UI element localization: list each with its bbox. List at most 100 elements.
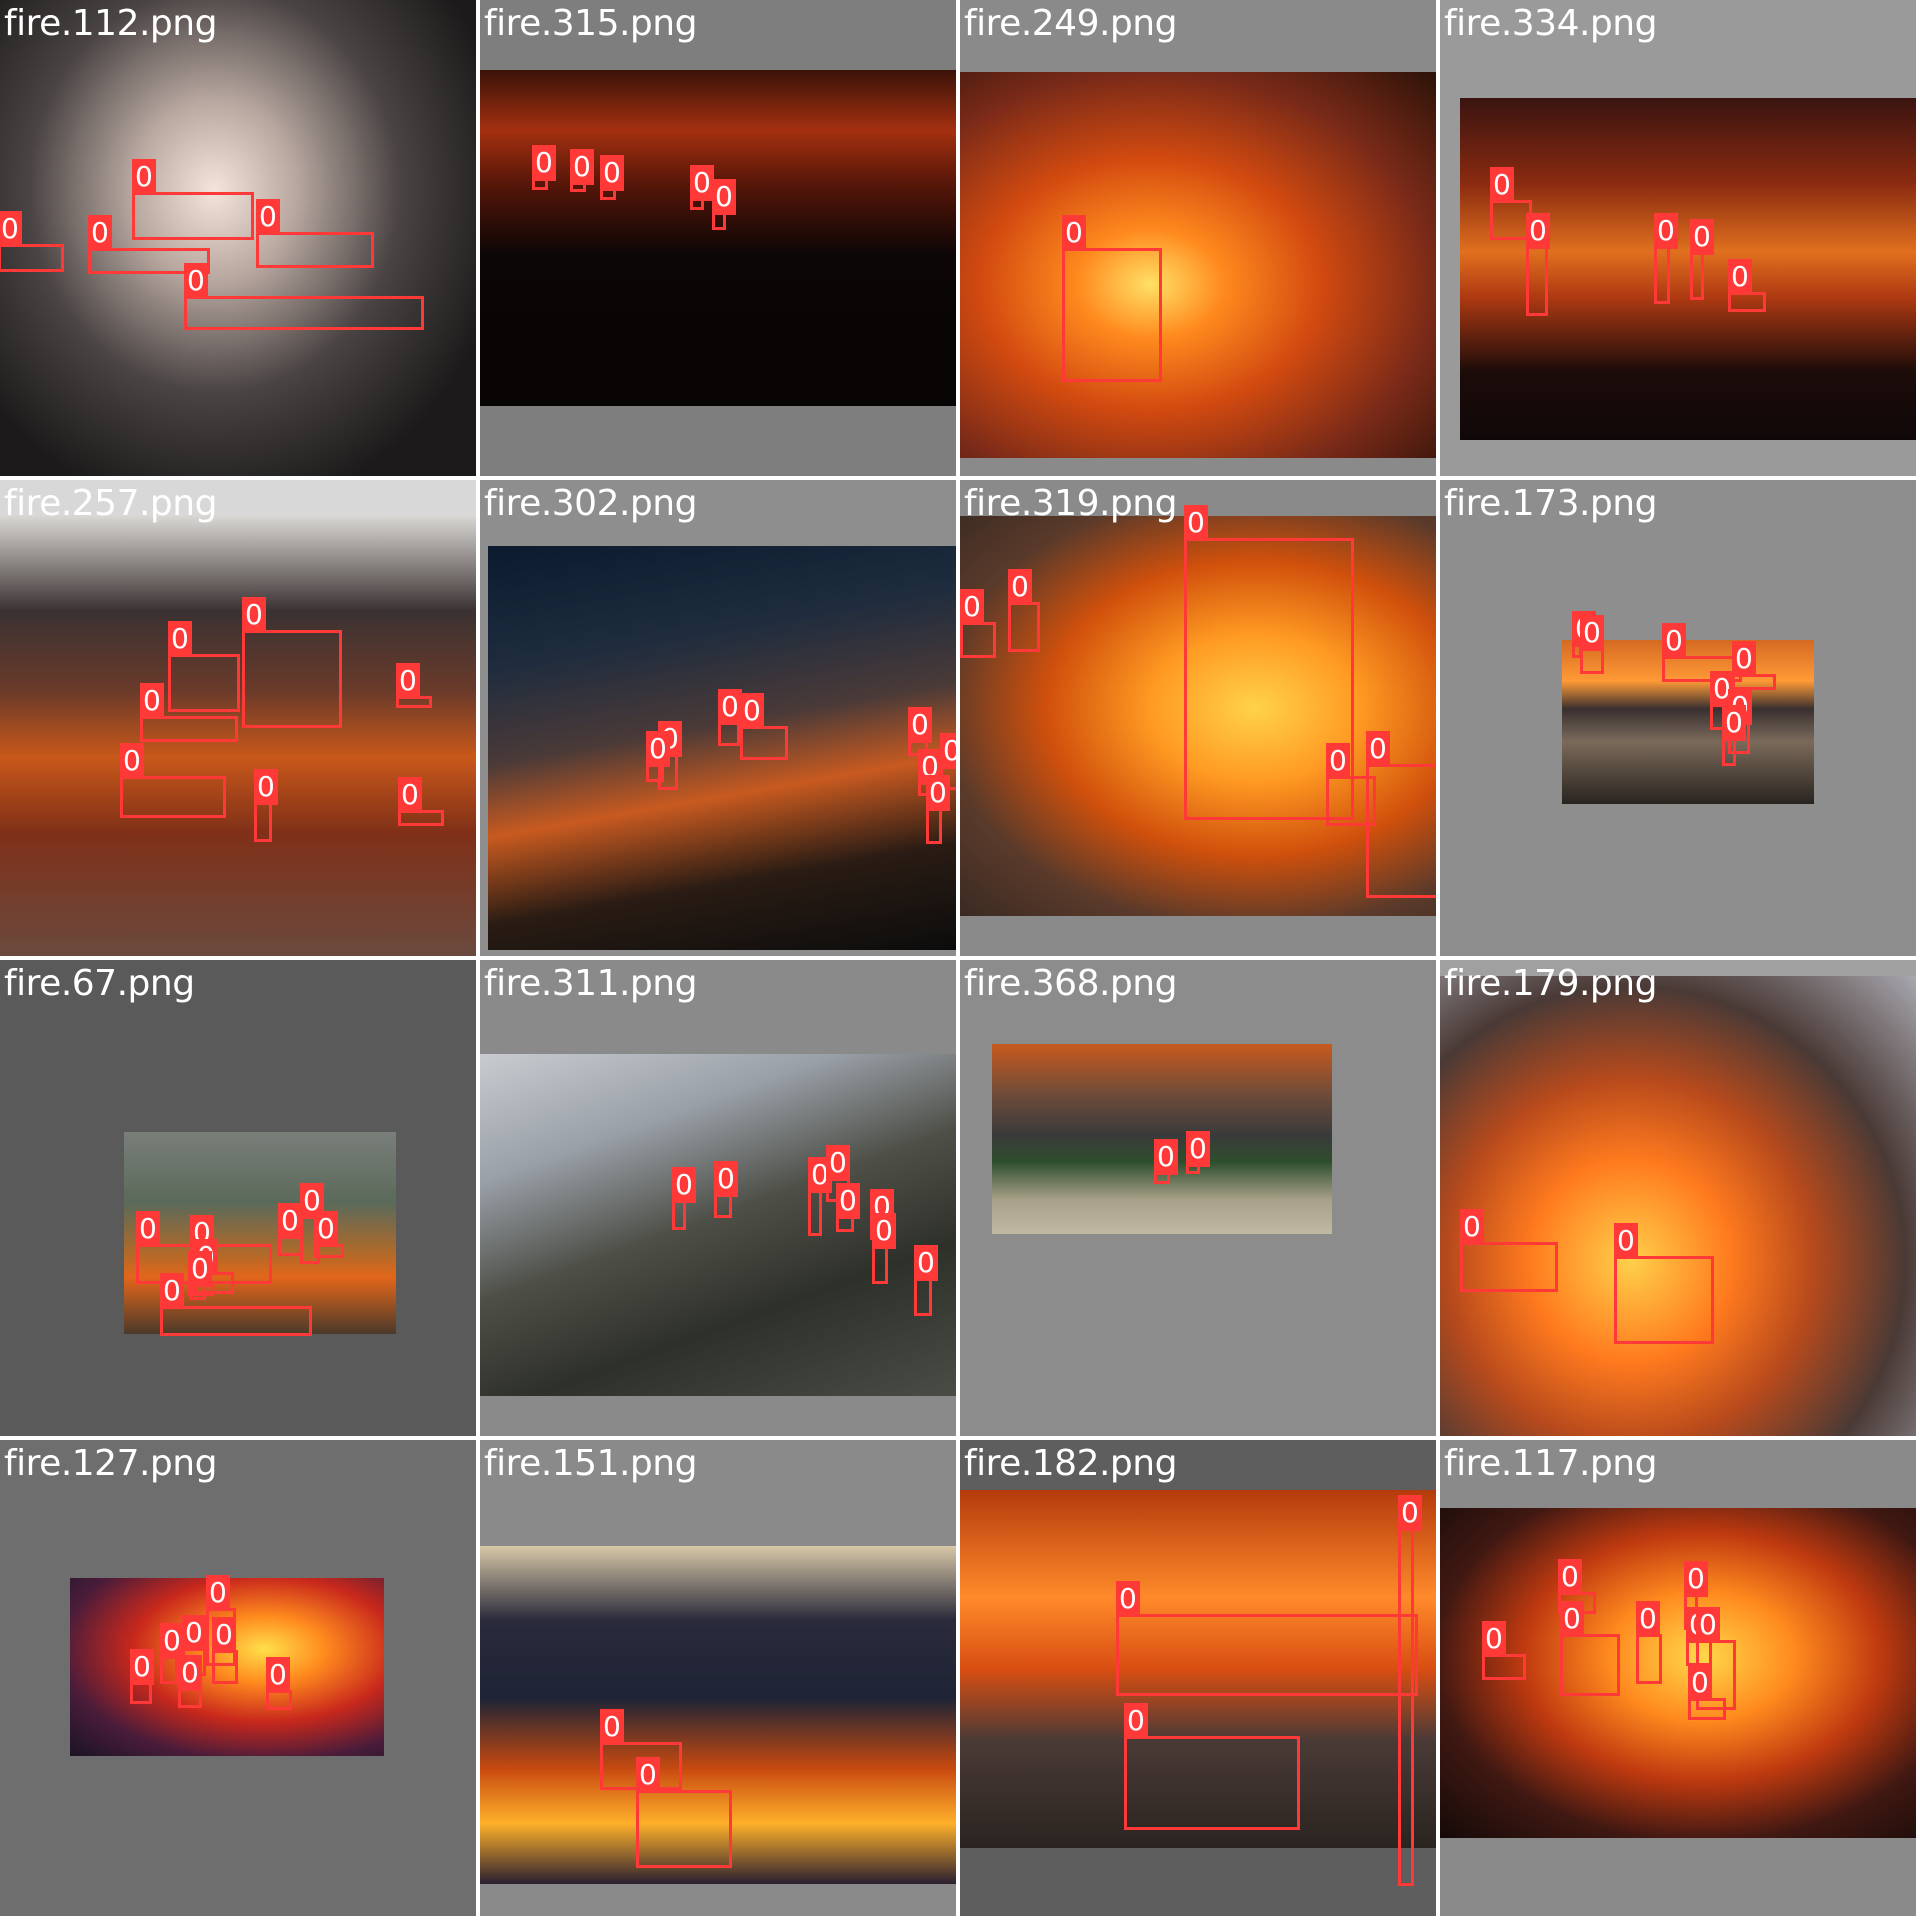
detection-box: 0 xyxy=(1722,705,1746,766)
detection-box: 0 xyxy=(636,1757,732,1868)
class-label: 0 xyxy=(88,215,112,251)
image-filename: fire.319.png xyxy=(964,483,1177,524)
fire-photo xyxy=(0,514,476,956)
detection-box: 0 xyxy=(1366,731,1436,898)
class-label: 0 xyxy=(0,211,22,247)
class-label: 0 xyxy=(1580,615,1604,651)
class-label: 0 xyxy=(636,1757,660,1793)
class-label: 0 xyxy=(836,1183,860,1219)
image-tile: 0 0 0 0 0 0 0 fire.257.png xyxy=(0,480,476,956)
class-label: 0 xyxy=(1398,1495,1422,1531)
detection-box: 0 xyxy=(718,689,742,746)
image-filename: fire.334.png xyxy=(1444,3,1657,44)
detection-box: 0 xyxy=(1460,1209,1558,1292)
detection-box: 0 xyxy=(1008,569,1040,652)
image-tile: 0 0 fire.179.png xyxy=(1440,960,1916,1436)
image-tile: 0 0 0 0 0 0 0 0 fire.311.png xyxy=(480,960,956,1436)
class-label: 0 xyxy=(1062,215,1086,251)
class-label: 0 xyxy=(1722,705,1746,741)
detection-box: 0 xyxy=(712,179,736,230)
detection-box: 0 xyxy=(1526,213,1550,316)
class-label: 0 xyxy=(740,693,764,729)
class-label: 0 xyxy=(1654,213,1678,249)
detection-box: 0 xyxy=(1614,1223,1714,1344)
image-filename: fire.315.png xyxy=(484,3,697,44)
class-label: 0 xyxy=(1326,743,1350,779)
detection-box: 0 xyxy=(808,1157,832,1236)
class-label: 0 xyxy=(712,179,736,215)
detection-box: 0 xyxy=(178,1655,202,1708)
image-filename: fire.151.png xyxy=(484,1443,697,1484)
class-label: 0 xyxy=(570,149,594,185)
detection-box: 0 xyxy=(160,1273,312,1336)
detection-box: 0 xyxy=(1728,259,1766,312)
detection-box: 0 xyxy=(242,597,342,728)
class-label: 0 xyxy=(914,1245,938,1281)
class-label: 0 xyxy=(1728,259,1752,295)
class-label: 0 xyxy=(826,1145,850,1181)
class-label: 0 xyxy=(1008,569,1032,605)
image-tile: 0 0 0 0 0 fire.315.png xyxy=(480,0,956,476)
class-label: 0 xyxy=(188,1251,212,1287)
detection-box: 0 xyxy=(212,1617,238,1684)
image-filename: fire.179.png xyxy=(1444,963,1657,1004)
class-label: 0 xyxy=(1482,1621,1506,1657)
class-label: 0 xyxy=(266,1657,290,1693)
detection-box: 0 xyxy=(1560,1601,1620,1696)
detection-box: 0 xyxy=(672,1167,696,1230)
detection-box: 0 xyxy=(926,775,950,844)
detection-box: 0 xyxy=(120,743,226,818)
detection-box: 0 xyxy=(266,1657,292,1710)
image-tile: 0 0 0 0 0 fire.334.png xyxy=(1440,0,1916,476)
detection-box: 0 xyxy=(160,1623,184,1684)
image-tile: 0 0 0 fire.182.png xyxy=(960,1440,1436,1916)
class-label: 0 xyxy=(398,777,422,813)
class-label: 0 xyxy=(160,1273,184,1309)
image-tile: 0 0 0 0 0 0 0 0 fire.302.png xyxy=(480,480,956,956)
detection-box: 0 xyxy=(1062,215,1162,382)
class-label: 0 xyxy=(184,263,208,299)
detection-box: 0 xyxy=(714,1161,738,1218)
class-label: 0 xyxy=(396,663,420,699)
class-label: 0 xyxy=(1154,1139,1178,1175)
image-filename: fire.302.png xyxy=(484,483,697,524)
class-label: 0 xyxy=(1490,167,1514,203)
class-label: 0 xyxy=(1116,1581,1140,1617)
class-label: 0 xyxy=(960,589,984,625)
image-tile: 0 0 0 0 0 fire.319.png xyxy=(960,480,1436,956)
detection-box: 0 xyxy=(600,155,624,200)
class-label: 0 xyxy=(178,1655,202,1691)
class-label: 0 xyxy=(690,165,714,201)
detection-box: 0 xyxy=(132,159,254,240)
image-tile: 00000000fire.67.png xyxy=(0,960,476,1436)
image-filename: fire.368.png xyxy=(964,963,1177,1004)
detection-box: 0 xyxy=(872,1213,896,1284)
class-label: 0 xyxy=(278,1203,302,1239)
class-label: 0 xyxy=(1690,219,1714,255)
class-label: 0 xyxy=(1560,1601,1584,1637)
image-filename: fire.173.png xyxy=(1444,483,1657,524)
detection-box: 0 xyxy=(1732,641,1776,690)
class-label: 0 xyxy=(136,1211,160,1247)
fire-photo xyxy=(960,72,1436,458)
class-label: 0 xyxy=(1558,1559,1582,1595)
class-label: 0 xyxy=(532,145,556,181)
class-label: 0 xyxy=(714,1161,738,1197)
class-label: 0 xyxy=(1526,213,1550,249)
detection-box: 0 xyxy=(1654,213,1678,304)
class-label: 0 xyxy=(718,689,742,725)
detection-box: 0 xyxy=(646,731,670,782)
class-label: 0 xyxy=(254,769,278,805)
detection-box: 0 xyxy=(188,1251,214,1296)
image-filename: fire.127.png xyxy=(4,1443,217,1484)
image-filename: fire.311.png xyxy=(484,963,697,1004)
detection-box: 0 xyxy=(836,1183,860,1232)
fire-photo xyxy=(488,546,956,950)
detection-box: 0 xyxy=(130,1649,154,1704)
detection-box: 0 xyxy=(1580,615,1604,674)
class-label: 0 xyxy=(120,743,144,779)
class-label: 0 xyxy=(256,199,280,235)
image-tile: 0 0 0 0 0 0 0 fire.127.png xyxy=(0,1440,476,1916)
class-label: 0 xyxy=(212,1617,236,1653)
detection-box: 0 xyxy=(570,149,594,192)
